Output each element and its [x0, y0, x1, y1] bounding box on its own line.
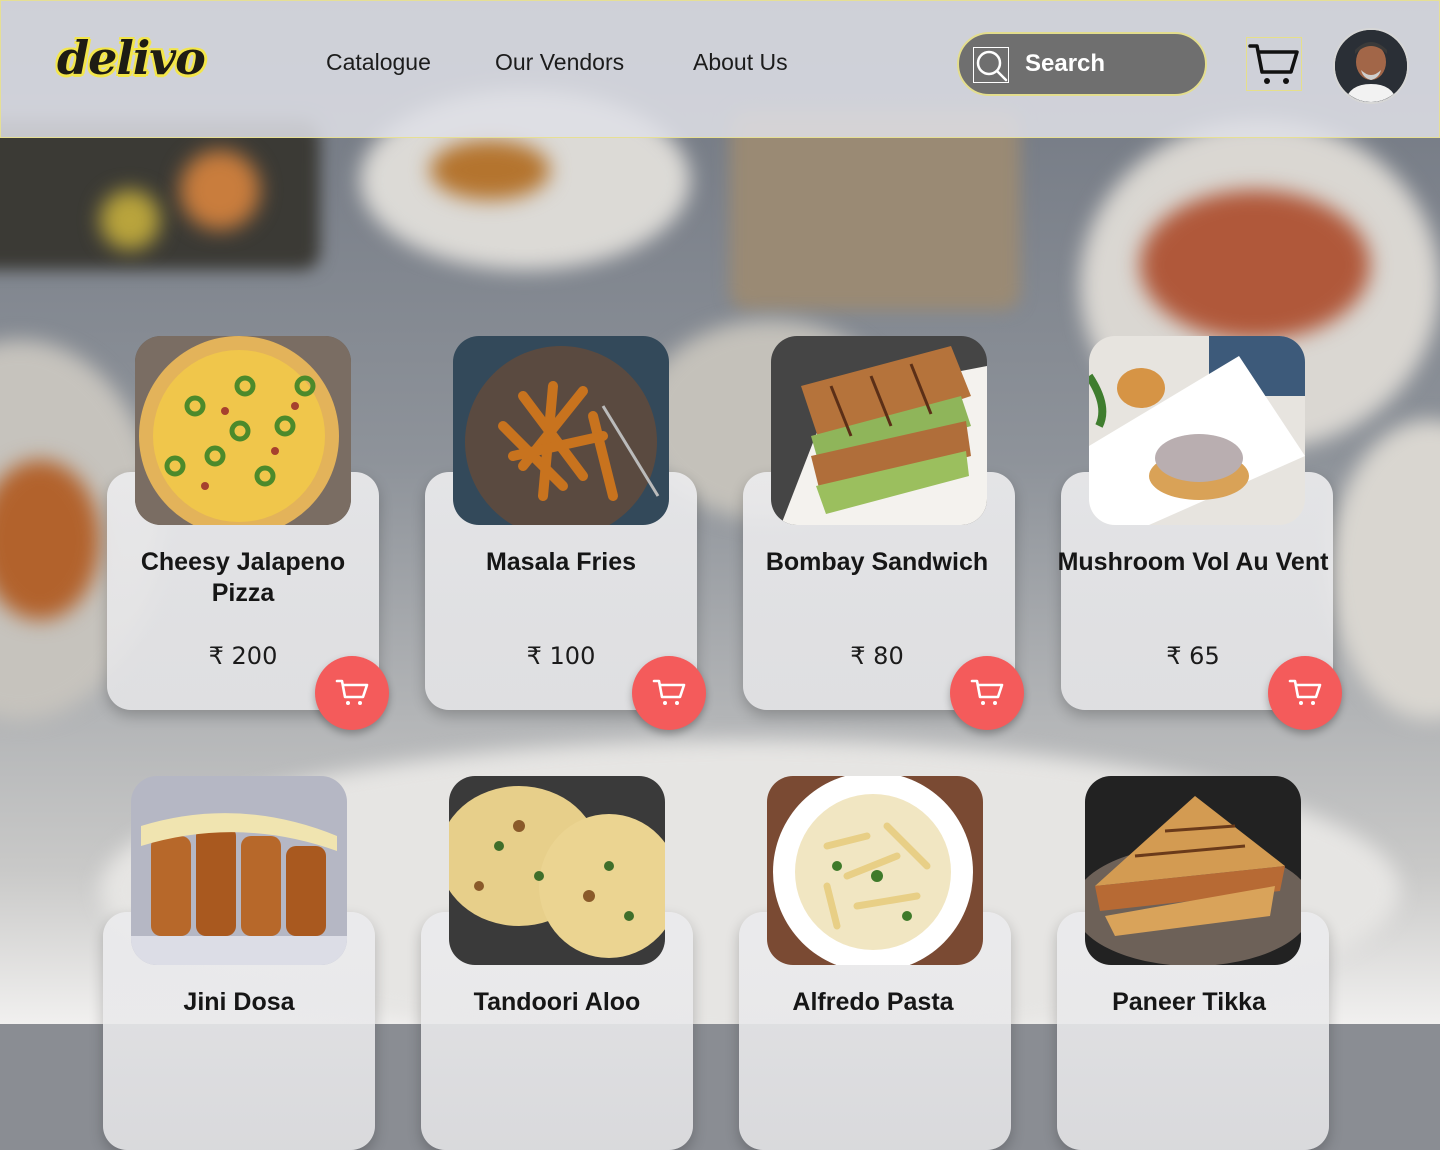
- cart-icon: [970, 679, 1004, 705]
- product-image-grilled-sandwich[interactable]: [1085, 776, 1301, 965]
- product-image-naan[interactable]: [449, 776, 665, 965]
- search-bar[interactable]: Search: [957, 32, 1207, 96]
- user-avatar[interactable]: [1333, 28, 1409, 104]
- product-image-dosa[interactable]: [131, 776, 347, 965]
- product-name: Jini Dosa: [183, 988, 295, 1016]
- add-to-cart-button[interactable]: [315, 656, 389, 730]
- product-name: Mushroom Vol Au Vent: [1057, 548, 1329, 576]
- delivo-logo[interactable]: delivo: [57, 31, 206, 85]
- product-name: Tandoori Aloo: [473, 988, 641, 1016]
- search-label[interactable]: Search: [1025, 50, 1105, 78]
- product-image-vol-au-vent[interactable]: [1089, 336, 1305, 525]
- add-to-cart-button[interactable]: [950, 656, 1024, 730]
- product-name: Paneer Tikka: [1112, 988, 1266, 1016]
- top-navigation-bar: delivo Catalogue Our Vendors About Us Se…: [0, 0, 1440, 138]
- cart-icon: [652, 679, 686, 705]
- add-to-cart-button[interactable]: [632, 656, 706, 730]
- product-image-fries[interactable]: [453, 336, 669, 525]
- product-name: Bombay Sandwich: [765, 548, 989, 576]
- product-name: Cheesy Jalapeno Pizza: [140, 548, 346, 607]
- cart-icon: [1247, 44, 1301, 94]
- search-icon[interactable]: [973, 47, 1009, 83]
- cart-button[interactable]: [1246, 37, 1302, 91]
- cart-icon: [1288, 679, 1322, 705]
- cart-icon: [335, 679, 369, 705]
- product-name: Masala Fries: [485, 548, 637, 576]
- product-image-pizza[interactable]: [135, 336, 351, 525]
- nav-catalogue[interactable]: Catalogue: [326, 49, 431, 76]
- product-name: Alfredo Pasta: [792, 988, 954, 1016]
- add-to-cart-button[interactable]: [1268, 656, 1342, 730]
- nav-our-vendors[interactable]: Our Vendors: [495, 49, 624, 76]
- product-image-pasta[interactable]: [767, 776, 983, 965]
- product-image-sandwich[interactable]: [771, 336, 987, 525]
- nav-about-us[interactable]: About Us: [693, 49, 788, 76]
